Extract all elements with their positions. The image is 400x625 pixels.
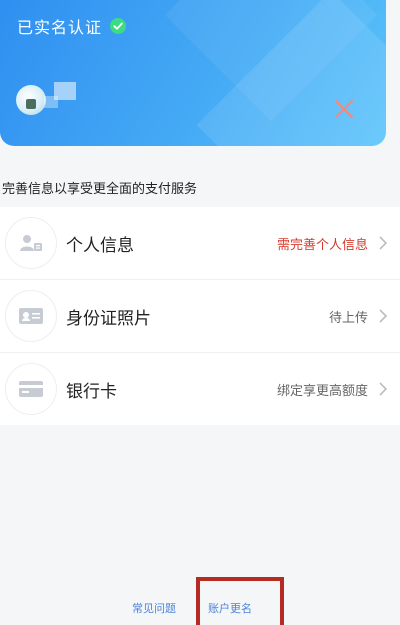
highlight-annotation [196,577,284,625]
chevron-right-icon [379,309,388,323]
verified-label: 已实名认证 [17,18,103,37]
status-text: 绑定享更高额度 [276,383,368,399]
person-card-icon [5,217,57,269]
check-circle-icon [110,18,127,34]
list-item-label: 身份证照片 [66,308,151,329]
list-item-label: 银行卡 [66,381,117,402]
bank-card-icon [5,363,57,415]
avatar-mosaic [44,96,58,108]
identity-card: 已实名认证 [0,0,386,146]
chevron-right-icon [379,382,388,396]
faq-link[interactable]: 常见问题 [132,600,176,616]
list-item-label: 个人信息 [66,235,134,256]
list-item-bank-card[interactable]: 银行卡 绑定享更高额度 [0,353,400,425]
id-card-icon [5,290,57,342]
close-icon[interactable] [333,98,355,120]
status-text: 待上传 [328,310,368,326]
chevron-right-icon [379,236,388,250]
status-text: 需完善个人信息 [276,237,368,253]
info-hint: 完善信息以享受更全面的支付服务 [2,182,198,197]
list-item-id-photo[interactable]: 身份证照片 待上传 [0,280,400,353]
info-list: 个人信息 需完善个人信息 身份证照片 待上传 银行卡 绑定享更高额度 [0,207,400,425]
list-item-personal-info[interactable]: 个人信息 需完善个人信息 [0,207,400,280]
verified-row: 已实名认证 [17,14,127,38]
avatar[interactable] [16,85,46,115]
